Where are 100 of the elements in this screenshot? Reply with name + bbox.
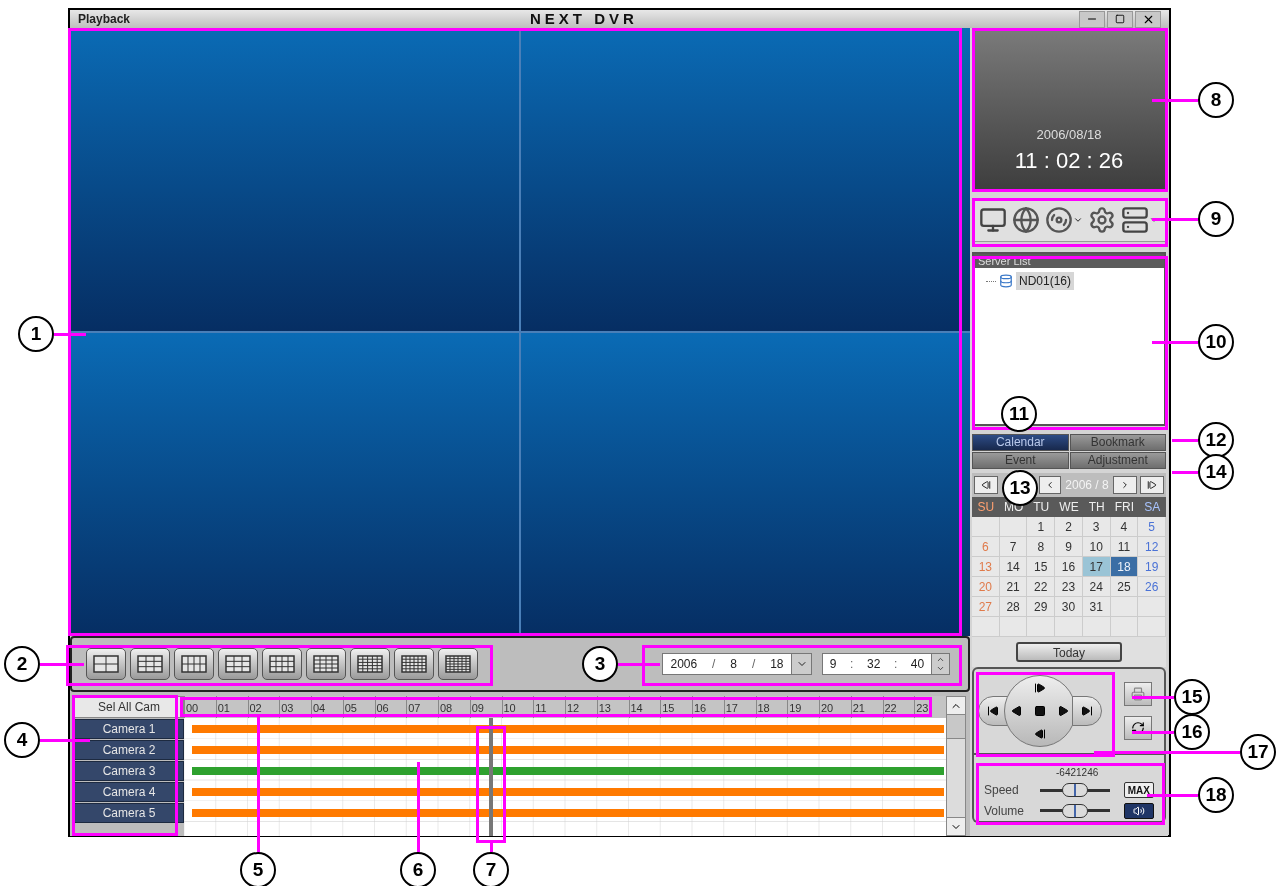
leader-line [1172,439,1198,442]
layout-button[interactable] [130,648,170,680]
max-button[interactable]: MAX [1123,782,1154,799]
time-field[interactable]: 9 : 32 : 40 [822,653,950,675]
speed-slider[interactable] [1040,783,1110,798]
calendar-day[interactable]: 15 [1027,557,1056,577]
play-icon[interactable] [1057,705,1070,717]
refresh-button[interactable] [1124,716,1152,740]
leader-line [54,333,86,336]
layout-button[interactable] [86,648,126,680]
layout-button[interactable] [438,648,478,680]
calendar-day[interactable]: 8 [1027,537,1056,557]
callout-number: 9 [1198,201,1234,237]
camera-button[interactable]: Camera 1 [74,719,184,739]
callout-number: 15 [1174,679,1210,715]
calendar-day[interactable]: 31 [1082,597,1111,617]
layout-button[interactable] [306,648,346,680]
leader-line [40,663,84,666]
server-rack-icon[interactable] [1120,206,1149,234]
scroll-thumb[interactable] [947,715,965,739]
minimize-button[interactable] [1079,10,1105,28]
date-field[interactable]: 2006 / 8 / 18 [662,653,812,675]
spin-button[interactable] [931,654,949,674]
layout-button[interactable] [394,648,434,680]
leader-line [1152,218,1198,221]
app-name: NEXT DVR [530,8,638,29]
maximize-icon[interactable] [1115,14,1125,24]
caret-icon[interactable] [1073,215,1083,225]
next-button[interactable] [1113,476,1137,494]
printer-icon[interactable] [1131,687,1145,701]
calendar-day[interactable]: 25 [1110,577,1139,597]
camera-button[interactable]: Camera 2 [74,740,184,760]
calendar-day[interactable]: 1 [1027,517,1056,537]
fast-forward-button[interactable] [1072,696,1102,726]
scrollbar[interactable] [946,696,966,836]
calendar-day[interactable]: 19 [1138,557,1166,577]
calendar-day[interactable]: 12 [1138,537,1166,557]
speaker-button[interactable] [1124,802,1154,819]
calendar-day[interactable]: 22 [1027,577,1056,597]
calendar-day[interactable]: 17 [1082,557,1111,577]
grid-layout-icon [268,654,296,674]
layout-button[interactable] [218,648,258,680]
leader-line [1132,731,1174,734]
calendar-day[interactable]: 16 [1055,557,1083,577]
playhead[interactable] [488,718,493,836]
layout-button[interactable] [174,648,214,680]
calendar-day[interactable]: 9 [1055,537,1083,557]
time-value: 9 [829,656,837,673]
tab[interactable]: Calendar [972,434,1069,451]
step-forward-icon[interactable] [1147,480,1157,490]
calendar-day[interactable]: 4 [1110,517,1139,537]
skip-forward-icon[interactable] [1081,705,1093,717]
calendar-day[interactable]: 18 [1110,557,1139,577]
next-month-button[interactable] [1140,476,1164,494]
date-value: 18 [770,656,784,673]
close-button[interactable] [1135,10,1161,28]
clock-time: 11 : 02 : 26 [1014,147,1124,175]
callout-number: 2 [4,646,40,682]
calendar-day[interactable]: 21 [999,577,1028,597]
skip-back-icon[interactable] [987,705,999,717]
speed-scale: -6421246 [1055,766,1100,780]
calendar-day[interactable]: 26 [1138,577,1166,597]
calendar-day[interactable]: 5 [1138,517,1166,537]
camera-button[interactable]: Camera 3 [74,761,184,781]
timeline-track[interactable] [184,718,946,836]
calendar-day[interactable]: 29 [1027,597,1056,617]
globe-icon[interactable] [1012,206,1041,234]
calendar-day[interactable]: 3 [1082,517,1111,537]
layout-button[interactable] [262,648,302,680]
calendar-day[interactable]: 28 [999,597,1028,617]
volume-slider[interactable] [1040,803,1110,818]
play-reverse-icon[interactable] [1010,705,1023,717]
previous-button[interactable] [1039,476,1061,494]
speaker-icon[interactable] [1133,804,1145,817]
calendar-day[interactable]: 30 [1055,597,1083,617]
previous-month-button[interactable] [974,476,998,494]
settings-icon[interactable] [1087,206,1116,234]
step-back-icon[interactable] [981,480,991,490]
server-item[interactable]: ND01(16) [1016,272,1075,290]
calendar-day[interactable]: 7 [999,537,1028,557]
calendar-day[interactable]: 23 [1055,577,1083,597]
callout-number: 18 [1198,777,1234,813]
camera-button[interactable]: Camera 4 [74,782,184,802]
calendar-day[interactable]: 2 [1055,517,1083,537]
calendar-day[interactable]: 24 [1082,577,1111,597]
disc-icon[interactable] [1045,206,1073,234]
monitor-icon[interactable] [979,206,1008,234]
today-button[interactable]: Today [1016,642,1122,662]
maximize-button[interactable] [1107,10,1133,28]
date-separator: / [712,656,716,673]
callout-number: 16 [1174,714,1210,750]
stop-icon[interactable] [1034,705,1046,717]
calendar-day[interactable]: 14 [999,557,1028,577]
layout-button[interactable] [350,648,390,680]
step-back-icon[interactable] [1034,728,1046,741]
leader-line [1147,794,1198,797]
callout-number: 17 [1240,734,1276,770]
step-forward-icon[interactable] [1034,681,1046,694]
camera-button[interactable]: Camera 5 [74,803,184,823]
time-separator: : [850,656,854,673]
